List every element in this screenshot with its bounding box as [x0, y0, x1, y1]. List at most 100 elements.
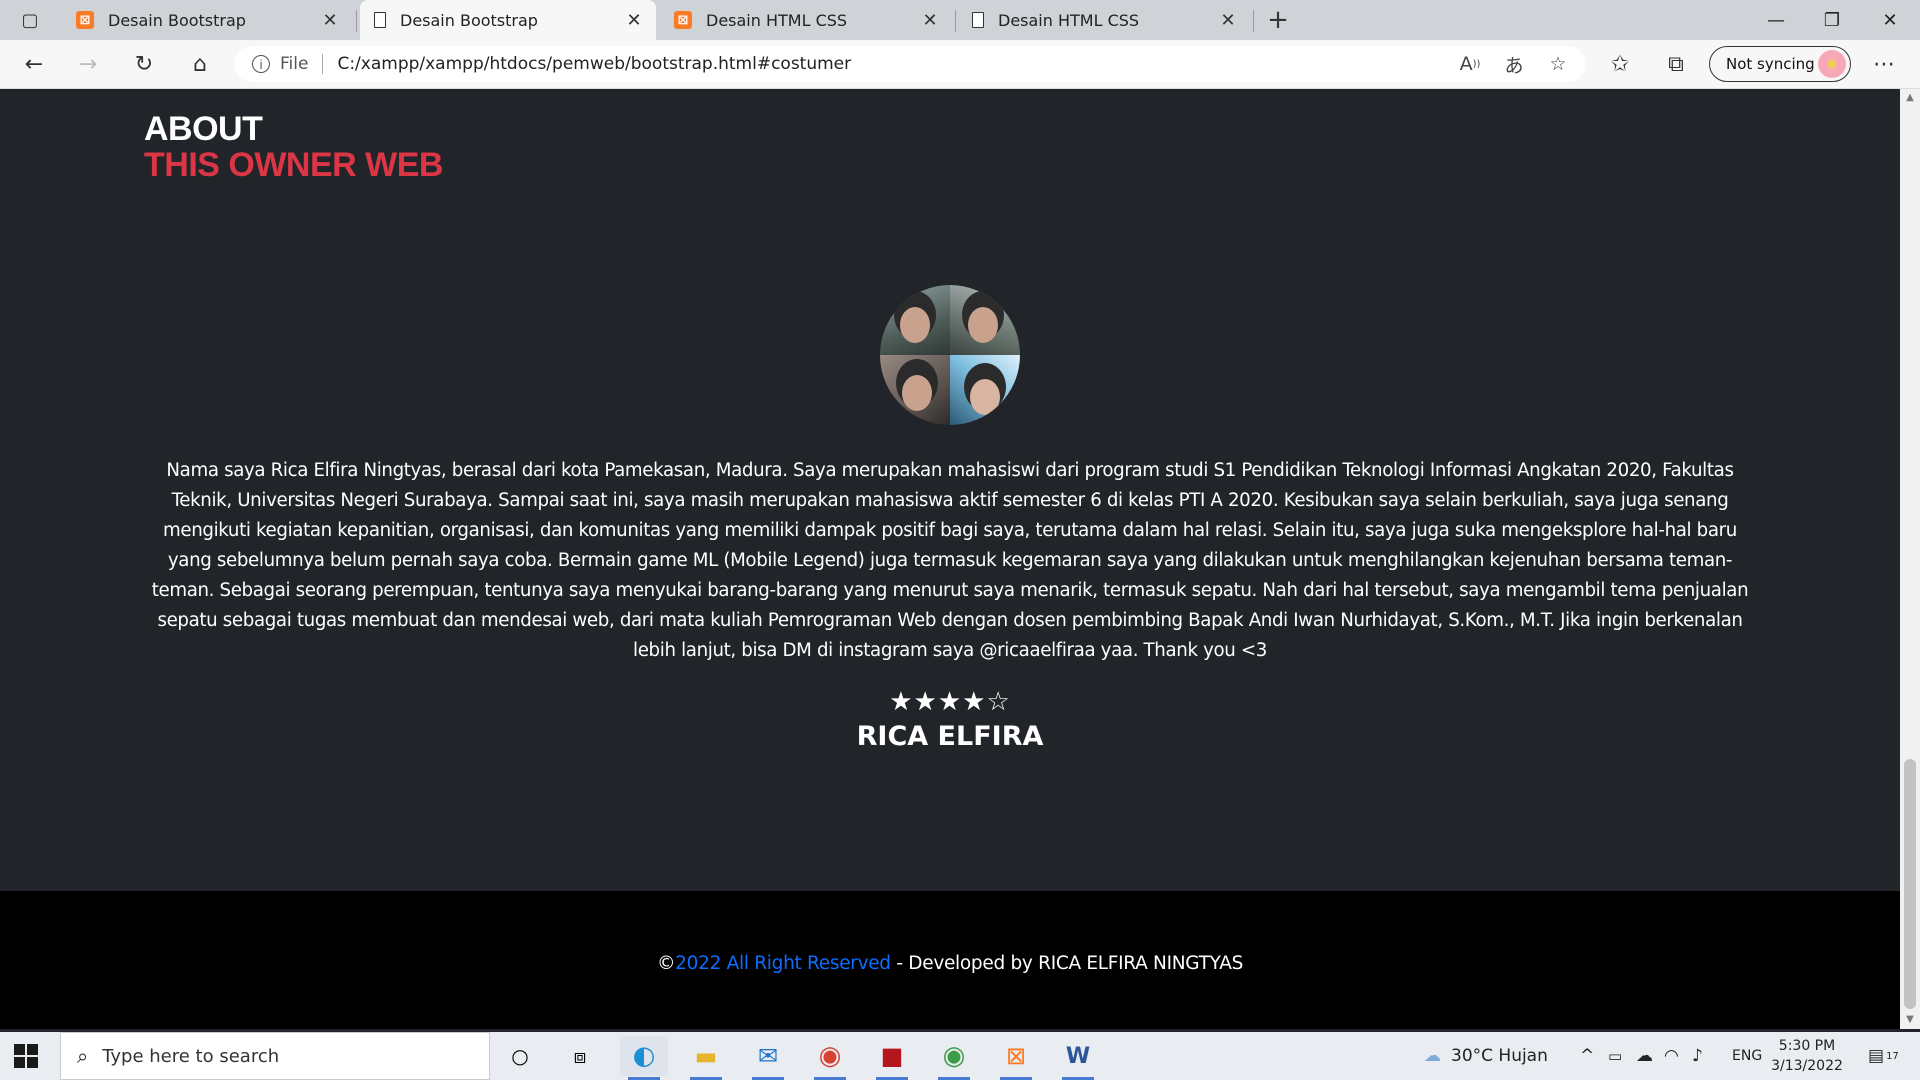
- profile-sync-button[interactable]: Not syncing: [1709, 46, 1851, 82]
- notification-center-icon[interactable]: ▤ 17: [1868, 1032, 1899, 1080]
- window-close-icon[interactable]: ✕: [1862, 0, 1918, 40]
- url-text[interactable]: C:/xampp/xampp/htdocs/pemweb/bootstrap.h…: [337, 54, 851, 74]
- tab-divider: [356, 10, 357, 32]
- star-filled-icon: ★: [962, 687, 987, 717]
- tab-divider: [1253, 10, 1254, 32]
- tab-title: Desain HTML CSS: [706, 10, 848, 30]
- file-explorer-icon[interactable]: ▬: [682, 1036, 730, 1080]
- page-footer: ©2022 All Right Reserved - Developed by …: [0, 891, 1900, 1029]
- chrome-profile-icon[interactable]: ◉: [930, 1036, 978, 1080]
- browser-toolbar: ← → ↻ ⌂ i File C:/xampp/xampp/htdocs/pem…: [0, 40, 1920, 89]
- photo-quadrant: [950, 355, 1020, 425]
- close-tab-icon[interactable]: ✕: [1218, 10, 1238, 31]
- tab-desain-html-css-2[interactable]: Desain HTML CSS ✕: [958, 0, 1250, 40]
- rain-cloud-icon: ☁: [1424, 1046, 1441, 1066]
- avatar: [1818, 50, 1846, 78]
- restore-icon[interactable]: ❐: [1804, 0, 1860, 40]
- xampp-icon[interactable]: ⊠: [992, 1036, 1040, 1080]
- web-page: ABOUT THIS OWNER WEB Nama saya Rica Elfi…: [0, 89, 1900, 1029]
- home-icon[interactable]: ⌂: [184, 48, 216, 80]
- weather-widget[interactable]: ☁ 30°C Hujan: [1424, 1032, 1548, 1080]
- tab-desain-html-css-1[interactable]: ⊠ Desain HTML CSS ✕: [660, 0, 952, 40]
- back-icon[interactable]: ←: [18, 48, 50, 80]
- copyright-symbol: ©: [656, 953, 676, 974]
- system-clock[interactable]: 5:30 PM 3/13/2022: [1762, 1036, 1852, 1076]
- favorites-icon[interactable]: ✩: [1604, 48, 1636, 80]
- chat-bubble-icon: ▤: [1868, 1046, 1885, 1066]
- xampp-icon: ⊠: [674, 11, 692, 29]
- scroll-down-icon[interactable]: ▼: [1900, 1011, 1920, 1029]
- tab-desain-bootstrap-1[interactable]: ⊠ Desain Bootstrap ✕: [62, 0, 352, 40]
- notification-count: 17: [1886, 1050, 1899, 1062]
- close-tab-icon[interactable]: ✕: [920, 10, 940, 31]
- collections-icon[interactable]: ⧉: [1660, 48, 1692, 80]
- refresh-icon[interactable]: ↻: [128, 48, 160, 80]
- close-tab-icon[interactable]: ✕: [320, 10, 340, 31]
- battery-icon[interactable]: ▭: [1608, 1032, 1622, 1080]
- scheme-label: File: [280, 54, 309, 74]
- windows-taskbar: ⌕ Type here to search ○ ⧈ ◐ ▬ ✉ ◉ ■ ◉ ⊠ …: [0, 1032, 1920, 1080]
- rating-stars: ★★★★☆: [0, 687, 1900, 717]
- language-indicator[interactable]: ENG: [1732, 1032, 1762, 1080]
- scroll-up-icon[interactable]: ▲: [1900, 89, 1920, 107]
- edge-icon[interactable]: ◐: [620, 1036, 668, 1080]
- cortana-icon[interactable]: ○: [496, 1036, 544, 1076]
- browser-tab-bar: ▢ ⊠ Desain Bootstrap ✕ Desain Bootstrap …: [0, 0, 1920, 40]
- mail-icon[interactable]: ✉: [744, 1036, 792, 1080]
- tab-title: Desain Bootstrap: [400, 10, 538, 30]
- onedrive-icon[interactable]: ☁: [1636, 1032, 1653, 1080]
- clock-time: 5:30 PM: [1778, 1038, 1836, 1054]
- close-tab-icon[interactable]: ✕: [624, 10, 644, 31]
- sync-label: Not syncing: [1726, 55, 1815, 73]
- about-subtitle: THIS OWNER WEB: [144, 146, 443, 184]
- footer-text: ©2022 All Right Reserved - Developed by …: [0, 953, 1900, 974]
- photo-quadrant: [880, 355, 950, 425]
- search-icon: ⌕: [77, 1044, 89, 1068]
- address-bar[interactable]: i File C:/xampp/xampp/htdocs/pemweb/boot…: [234, 46, 1586, 82]
- scrollbar-thumb[interactable]: [1904, 759, 1916, 1009]
- owner-bio: Nama saya Rica Elfira Ningtyas, berasal …: [151, 460, 1749, 661]
- xampp-icon: ⊠: [76, 11, 94, 29]
- star-empty-icon: ☆: [986, 687, 1011, 717]
- more-menu-icon[interactable]: ⋯: [1868, 48, 1900, 80]
- tab-title: Desain HTML CSS: [998, 10, 1140, 30]
- wifi-icon[interactable]: ◠: [1664, 1032, 1679, 1080]
- forward-icon[interactable]: →: [72, 48, 104, 80]
- about-title: ABOUT: [144, 110, 263, 148]
- file-icon: [374, 12, 386, 28]
- photo-quadrant: [950, 285, 1020, 355]
- taskbar-search-box[interactable]: ⌕ Type here to search: [60, 1032, 490, 1080]
- volume-icon[interactable]: ♪: [1692, 1032, 1703, 1080]
- about-heading: ABOUT THIS OWNER WEB: [144, 111, 443, 183]
- task-view-icon[interactable]: ⧈: [556, 1036, 604, 1076]
- photo-quadrant: [880, 285, 950, 355]
- star-filled-icon: ★: [913, 687, 938, 717]
- page-scrollbar[interactable]: ▲ ▼: [1900, 89, 1920, 1029]
- add-favorite-icon[interactable]: ☆: [1544, 50, 1572, 78]
- owner-name: RICA ELFIRA: [856, 721, 1044, 752]
- filezilla-icon[interactable]: ■: [868, 1036, 916, 1080]
- weather-text: 30°C Hujan: [1451, 1046, 1548, 1066]
- address-divider: [322, 54, 324, 74]
- translate-icon[interactable]: あ: [1500, 50, 1528, 78]
- chrome-icon[interactable]: ◉: [806, 1036, 854, 1080]
- tab-desain-bootstrap-2[interactable]: Desain Bootstrap ✕: [360, 0, 656, 40]
- footer-link[interactable]: 2022 All Right Reserved: [675, 953, 891, 974]
- site-info-icon[interactable]: i: [252, 55, 270, 73]
- tab-divider: [955, 10, 956, 32]
- owner-photo: [880, 285, 1020, 425]
- clock-date: 3/13/2022: [1771, 1058, 1843, 1074]
- word-icon[interactable]: W: [1054, 1036, 1102, 1080]
- tab-title: Desain Bootstrap: [108, 10, 246, 30]
- windows-start-icon[interactable]: [14, 1044, 38, 1068]
- minimize-icon[interactable]: —: [1748, 0, 1804, 40]
- tab-actions-icon[interactable]: ▢: [14, 4, 46, 36]
- search-placeholder: Type here to search: [102, 1045, 280, 1067]
- star-filled-icon: ★: [937, 687, 963, 717]
- file-icon: [972, 12, 984, 28]
- star-filled-icon: ★: [889, 687, 914, 717]
- new-tab-icon[interactable]: +: [1262, 4, 1294, 36]
- developer-credit: - Developed by RICA ELFIRA NINGTYAS: [890, 953, 1244, 974]
- read-aloud-icon[interactable]: A)): [1456, 50, 1484, 78]
- hidden-icons-chevron-icon[interactable]: ^: [1580, 1032, 1594, 1080]
